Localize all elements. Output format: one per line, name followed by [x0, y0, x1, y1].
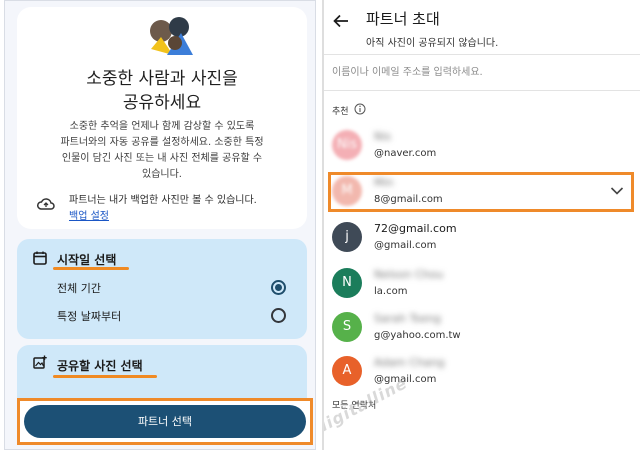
- intro-title: 소중한 사람과 사진을 공유하세요: [86, 69, 238, 113]
- recommended-label: 추천: [332, 107, 349, 117]
- highlight-underline: [53, 375, 157, 378]
- back-arrow-icon[interactable]: [332, 12, 350, 30]
- search-input[interactable]: [332, 62, 632, 82]
- option-all-period[interactable]: 전체 기간: [17, 277, 307, 299]
- backup-settings-link[interactable]: 백업 설정: [69, 209, 109, 225]
- start-date-title: 시작일 선택: [57, 253, 117, 267]
- add-photo-icon: [33, 355, 47, 369]
- avatar: S: [332, 312, 362, 342]
- backup-notice-text: 파트너는 내가 백업한 사진만 볼 수 있습니다.: [69, 195, 257, 206]
- contact-item[interactable]: N Nelson Chou la.com: [324, 264, 640, 306]
- highlight-underline: [53, 267, 129, 270]
- avatar-initial: j: [345, 229, 349, 244]
- contact-email: @naver.com: [374, 148, 437, 159]
- contact-item[interactable]: Nis Nis @naver.com: [324, 126, 640, 168]
- avatar-initial: S: [342, 319, 352, 334]
- backup-notice: 파트너는 내가 백업한 사진만 볼 수 있습니다. 백업 설정: [31, 193, 301, 227]
- people-illustration-icon: [150, 17, 193, 55]
- page-subtitle: 아직 사진이 공유되지 않습니다.: [366, 38, 499, 49]
- share-photos-section: 공유할 사진 선택: [17, 345, 307, 405]
- share-photos-title: 공유할 사진 선택: [57, 359, 143, 373]
- start-date-section: 시작일 선택 전체 기간 특정 날짜부터: [17, 239, 307, 339]
- contact-name: Adam Chang: [374, 356, 445, 369]
- cloud-upload-icon: [37, 198, 55, 210]
- invite-partner-panel: 파트너 초대 아직 사진이 공유되지 않습니다. 추천 Nis Nis @nav…: [324, 0, 640, 450]
- select-partner-button[interactable]: 파트너 선택: [24, 405, 306, 438]
- contact-email: g@yahoo.com.tw: [374, 330, 461, 341]
- contact-item[interactable]: j 72@gmail.com @gmail.com: [324, 218, 640, 260]
- contact-item[interactable]: A Adam Chang @gmail.com: [324, 352, 640, 394]
- contact-email: 8@gmail.com: [374, 194, 443, 205]
- avatar-initial: Nis: [336, 137, 358, 152]
- option-from-date[interactable]: 특정 날짜부터: [17, 305, 307, 327]
- avatar: N: [332, 268, 362, 298]
- intro-card: 소중한 사람과 사진을 공유하세요 소중한 추억을 언제나 함께 감상할 수 있…: [17, 7, 307, 229]
- contact-item[interactable]: S Sarah Tseng g@yahoo.com.tw: [324, 308, 640, 350]
- contact-name: 72@gmail.com: [374, 222, 457, 235]
- radio-selected[interactable]: [271, 280, 286, 295]
- avatar: j: [332, 222, 362, 252]
- contact-item-selected[interactable]: M Min 8@gmail.com: [324, 172, 640, 214]
- contact-email: la.com: [374, 286, 408, 297]
- avatar: M: [332, 176, 362, 206]
- calendar-icon: [33, 251, 47, 265]
- avatar: Nis: [332, 130, 362, 160]
- option-label: 특정 날짜부터: [57, 310, 122, 323]
- partner-sharing-intro-panel: 소중한 사람과 사진을 공유하세요 소중한 추억을 언제나 함께 감상할 수 있…: [4, 0, 316, 450]
- info-icon[interactable]: [354, 103, 366, 115]
- contact-email: @gmail.com: [374, 240, 437, 251]
- contact-name: Min: [374, 176, 394, 189]
- divider: [324, 90, 640, 91]
- radio-unselected[interactable]: [271, 308, 286, 323]
- chevron-down-icon[interactable]: [610, 186, 624, 196]
- avatar-initial: M: [341, 183, 353, 198]
- divider: [324, 54, 640, 55]
- highlight-box-bottom: 파트너 선택: [17, 398, 313, 445]
- contact-name: Sarah Tseng: [374, 312, 441, 325]
- avatar-initial: A: [342, 363, 352, 378]
- page-title: 파트너 초대: [366, 10, 440, 28]
- avatar-initial: N: [342, 275, 352, 290]
- intro-description: 소중한 추억을 언제나 함께 감상할 수 있도록 파트너와의 자동 공유를 설정…: [60, 121, 264, 180]
- contact-name: Nis: [374, 130, 392, 143]
- option-label: 전체 기간: [57, 282, 101, 295]
- avatar: A: [332, 356, 362, 386]
- contact-name: Nelson Chou: [374, 268, 444, 281]
